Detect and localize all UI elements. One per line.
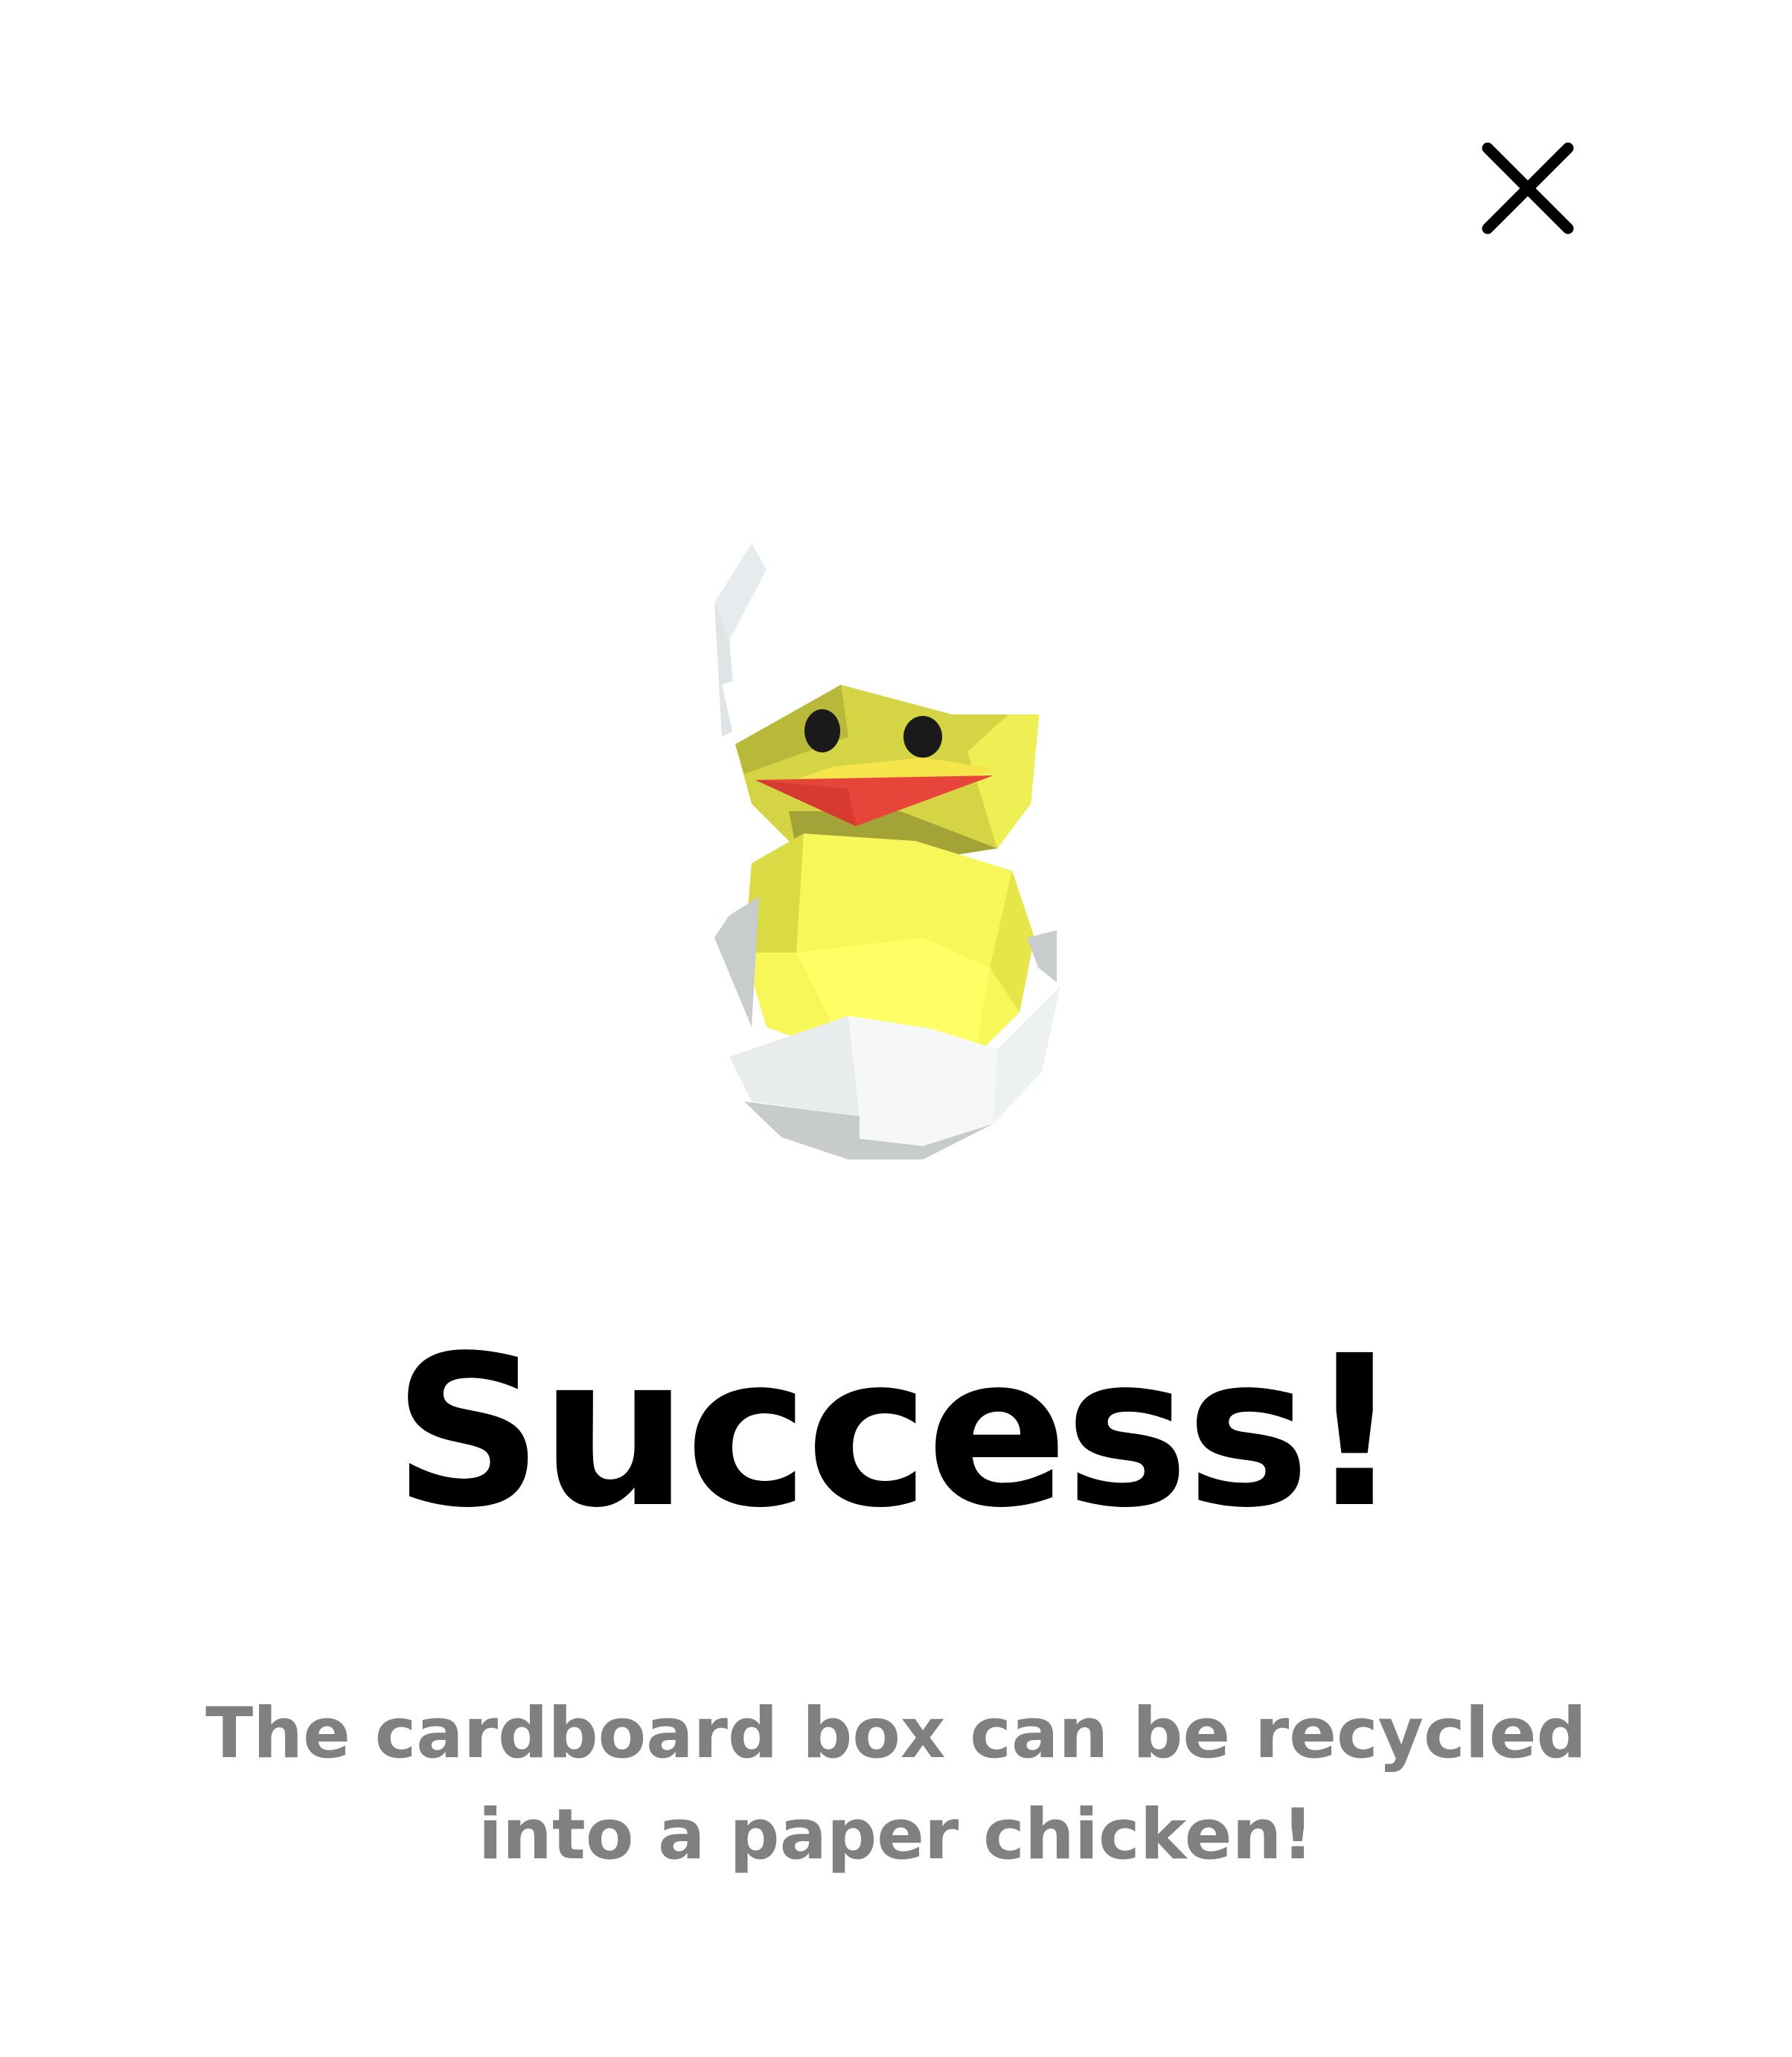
close-icon[interactable]: [1477, 138, 1578, 239]
hatching-chick-icon: [714, 494, 1072, 1159]
success-title: Success!: [393, 1311, 1402, 1554]
success-message: The cardboard box can be recycled into a…: [205, 1693, 1587, 1875]
